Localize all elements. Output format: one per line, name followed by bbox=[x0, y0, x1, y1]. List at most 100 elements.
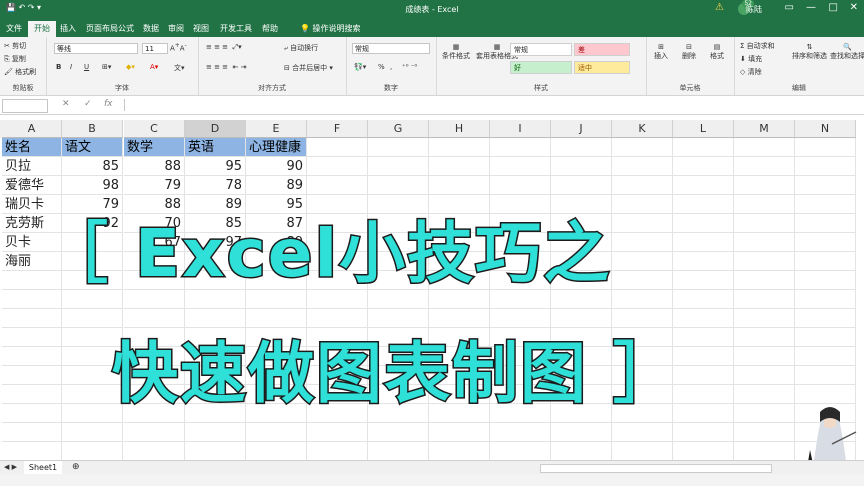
empty-cell[interactable] bbox=[307, 157, 368, 176]
currency-icon[interactable]: 💱▾ bbox=[354, 63, 366, 71]
fill-color-icon[interactable]: ◆▾ bbox=[126, 63, 135, 71]
user-name[interactable]: 陈陆 bbox=[746, 4, 762, 15]
empty-cell[interactable] bbox=[368, 157, 429, 176]
tab-file[interactable]: 文件 bbox=[6, 23, 22, 34]
fill-button[interactable]: ⬇ 填充 bbox=[740, 54, 762, 64]
empty-cell[interactable] bbox=[612, 138, 673, 157]
style-neutral[interactable]: 适中 bbox=[574, 61, 630, 74]
tab-help[interactable]: 帮助 bbox=[262, 23, 278, 34]
format-cells-button[interactable]: ▤ 格式 bbox=[710, 43, 724, 61]
maximize-icon[interactable]: □ bbox=[829, 2, 838, 13]
formula-input[interactable] bbox=[124, 99, 861, 111]
find-select-button[interactable]: 🔍 查找和选择 bbox=[830, 43, 864, 61]
font-grow-icon[interactable]: A+A- bbox=[170, 43, 187, 52]
column-header[interactable]: D bbox=[185, 120, 246, 138]
border-icon[interactable]: ⊞▾ bbox=[102, 63, 111, 71]
wrap-text-button[interactable]: ⤶ 自动换行 bbox=[284, 43, 318, 53]
tab-data[interactable]: 数据 bbox=[143, 23, 159, 34]
table-header-cell[interactable]: 语文 bbox=[62, 138, 123, 157]
empty-cell[interactable] bbox=[734, 157, 795, 176]
empty-cell[interactable] bbox=[490, 157, 551, 176]
insert-cells-button[interactable]: ⊞ 插入 bbox=[654, 43, 668, 61]
table-header-cell[interactable]: 英语 bbox=[185, 138, 246, 157]
tab-formulas[interactable]: 公式 bbox=[118, 23, 134, 34]
bold-button[interactable]: B bbox=[56, 63, 61, 71]
empty-cell[interactable] bbox=[734, 138, 795, 157]
sort-filter-button[interactable]: ⇅ 排序和筛选 bbox=[792, 43, 827, 61]
percent-button[interactable]: % bbox=[378, 63, 385, 71]
column-header[interactable]: C bbox=[124, 120, 185, 138]
align-left-icon[interactable]: ≡ ≡ ≡ ⇤ ⇥ bbox=[206, 63, 246, 71]
empty-cell[interactable] bbox=[551, 442, 612, 461]
decimal-icon[interactable]: ⁺⁰ ⁻⁰ bbox=[402, 63, 417, 71]
style-normal[interactable]: 常规 bbox=[510, 43, 572, 56]
number-format-select[interactable]: 常规 bbox=[352, 43, 430, 54]
empty-cell[interactable] bbox=[612, 157, 673, 176]
column-header[interactable]: L bbox=[673, 120, 734, 138]
column-header[interactable]: J bbox=[551, 120, 612, 138]
name-box[interactable] bbox=[2, 99, 48, 113]
empty-cell[interactable] bbox=[734, 442, 795, 461]
column-header[interactable]: E bbox=[246, 120, 307, 138]
close-icon[interactable]: ✕ bbox=[850, 2, 858, 13]
empty-cell[interactable] bbox=[2, 442, 62, 461]
empty-cell[interactable] bbox=[551, 157, 612, 176]
fx-icon[interactable]: fx bbox=[104, 99, 113, 109]
table-cell[interactable]: 85 bbox=[62, 157, 123, 176]
empty-cell[interactable] bbox=[124, 442, 185, 461]
empty-cell[interactable] bbox=[490, 138, 551, 157]
underline-button[interactable]: U bbox=[84, 63, 89, 71]
empty-cell[interactable] bbox=[62, 442, 123, 461]
empty-cell[interactable] bbox=[307, 442, 368, 461]
table-header-cell[interactable]: 姓名 bbox=[2, 138, 62, 157]
empty-cell[interactable] bbox=[795, 157, 856, 176]
empty-cell[interactable] bbox=[368, 138, 429, 157]
italic-button[interactable]: I bbox=[70, 63, 72, 71]
empty-cell[interactable] bbox=[490, 442, 551, 461]
sheet-nav-icon[interactable]: ◀ ▶ bbox=[4, 463, 17, 471]
empty-cell[interactable] bbox=[429, 157, 490, 176]
tab-review[interactable]: 审阅 bbox=[168, 23, 184, 34]
phonetic-icon[interactable]: 文▾ bbox=[174, 63, 185, 73]
tab-developer[interactable]: 开发工具 bbox=[220, 23, 252, 34]
column-header[interactable]: H bbox=[429, 120, 490, 138]
empty-cell[interactable] bbox=[429, 138, 490, 157]
empty-cell[interactable] bbox=[795, 138, 856, 157]
ribbon-display-icon[interactable]: ▭ bbox=[785, 2, 794, 13]
table-cell[interactable]: 88 bbox=[124, 157, 185, 176]
column-header[interactable]: B bbox=[62, 120, 123, 138]
merge-center-button[interactable]: ⊟ 合并后居中 ▾ bbox=[284, 63, 333, 73]
table-cell[interactable]: 贝拉 bbox=[2, 157, 62, 176]
conditional-format-button[interactable]: ▦ 条件格式 bbox=[442, 43, 470, 61]
comma-button[interactable]: , bbox=[390, 63, 392, 71]
copy-button[interactable]: ⎘ 复制 bbox=[4, 54, 26, 64]
minimize-icon[interactable]: — bbox=[806, 2, 816, 13]
column-header[interactable]: A bbox=[2, 120, 62, 138]
empty-cell[interactable] bbox=[307, 138, 368, 157]
empty-cell[interactable] bbox=[185, 442, 246, 461]
column-header[interactable]: I bbox=[490, 120, 551, 138]
column-header[interactable]: K bbox=[612, 120, 673, 138]
font-name-select[interactable]: 等线 bbox=[54, 43, 138, 54]
font-color-icon[interactable]: A▾ bbox=[150, 63, 158, 71]
tab-view[interactable]: 视图 bbox=[193, 23, 209, 34]
add-sheet-icon[interactable]: ⊕ bbox=[72, 462, 80, 472]
empty-cell[interactable] bbox=[551, 138, 612, 157]
column-header[interactable]: F bbox=[307, 120, 368, 138]
font-size-select[interactable]: 11 bbox=[142, 43, 168, 54]
search-tab[interactable]: 💡 操作说明搜索 bbox=[300, 23, 361, 34]
empty-cell[interactable] bbox=[673, 138, 734, 157]
table-header-cell[interactable]: 数学 bbox=[124, 138, 185, 157]
enter-icon[interactable]: ✓ bbox=[84, 99, 92, 109]
column-header[interactable]: G bbox=[368, 120, 429, 138]
delete-cells-button[interactable]: ⊟ 删除 bbox=[682, 43, 696, 61]
style-bad[interactable]: 差 bbox=[574, 43, 630, 56]
empty-cell[interactable] bbox=[368, 442, 429, 461]
tab-home[interactable]: 开始 bbox=[28, 21, 56, 37]
style-good[interactable]: 好 bbox=[510, 61, 572, 74]
format-painter-button[interactable]: 🖌 格式刷 bbox=[4, 67, 36, 77]
table-cell[interactable]: 90 bbox=[246, 157, 307, 176]
column-header[interactable]: M bbox=[734, 120, 795, 138]
empty-cell[interactable] bbox=[673, 157, 734, 176]
align-top-icon[interactable]: ≡ ≡ ≡ ⤢▾ bbox=[206, 43, 242, 52]
